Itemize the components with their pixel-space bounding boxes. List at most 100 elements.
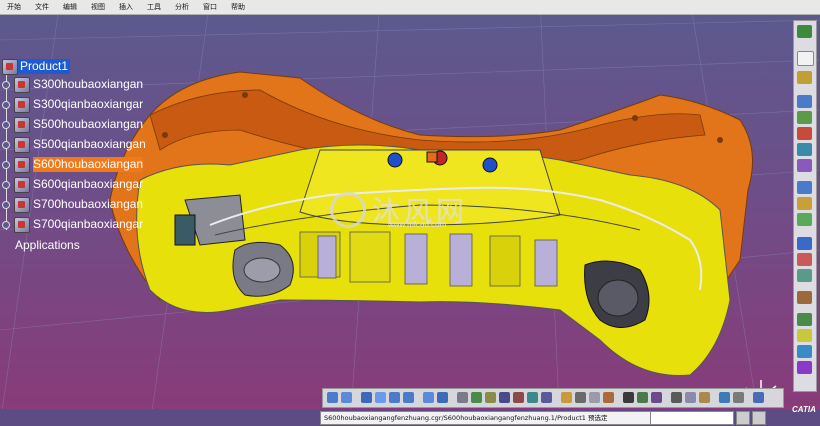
part-icon bbox=[14, 97, 30, 113]
clash-icon[interactable] bbox=[797, 291, 812, 304]
tree-item[interactable]: S700houbaoxiangan bbox=[0, 196, 143, 213]
status-bar: S600houbaoxiangangfenzhuang.cgr/S600houb… bbox=[0, 409, 820, 426]
right-view-icon[interactable] bbox=[513, 392, 524, 403]
front-view-icon[interactable] bbox=[471, 392, 482, 403]
update-icon[interactable] bbox=[719, 392, 730, 403]
tree-root[interactable]: Product1 bbox=[0, 58, 140, 75]
tree-item[interactable]: S500houbaoxiangan bbox=[0, 116, 144, 133]
graph-tree-icon[interactable] bbox=[797, 181, 812, 194]
watermark-url: www.mfcad.com bbox=[388, 220, 447, 229]
tree-item-label: S600qianbaoxiangar bbox=[33, 177, 144, 191]
tree-item-selected[interactable]: S600houbaoxiangan bbox=[0, 156, 144, 173]
apply-material-icon[interactable] bbox=[651, 392, 662, 403]
manipulate-icon[interactable] bbox=[797, 237, 812, 250]
tree-item[interactable]: S700qianbaoxiangar bbox=[0, 216, 143, 233]
normal-view-icon[interactable] bbox=[423, 392, 434, 403]
tree-root-label: Product1 bbox=[18, 59, 71, 74]
tree-item-label: S500houbaoxiangan bbox=[33, 117, 144, 131]
shading-icon[interactable] bbox=[561, 392, 572, 403]
expand-knob-icon[interactable] bbox=[2, 161, 10, 169]
replace-component-icon[interactable] bbox=[797, 159, 812, 172]
expand-knob-icon[interactable] bbox=[2, 201, 10, 209]
part-icon bbox=[14, 137, 30, 153]
command-options-button[interactable] bbox=[736, 411, 750, 425]
swap-space-icon[interactable] bbox=[603, 392, 614, 403]
new-part-icon[interactable] bbox=[797, 127, 812, 140]
top-view-icon[interactable] bbox=[527, 392, 538, 403]
expand-knob-icon[interactable] bbox=[2, 101, 10, 109]
rotate-icon[interactable] bbox=[375, 392, 386, 403]
snap-icon[interactable] bbox=[797, 253, 812, 266]
existing-component-icon[interactable] bbox=[797, 143, 812, 156]
left-view-icon[interactable] bbox=[499, 392, 510, 403]
properties-icon[interactable] bbox=[733, 392, 744, 403]
part-icon bbox=[14, 197, 30, 213]
catia-logo: CATIA bbox=[792, 405, 816, 414]
tree-item[interactable]: S600qianbaoxiangar bbox=[0, 176, 144, 193]
tree-applications[interactable]: Applications bbox=[0, 238, 140, 255]
expand-knob-icon[interactable] bbox=[2, 221, 10, 229]
part-icon bbox=[14, 157, 30, 173]
angle-constraint-icon[interactable] bbox=[797, 361, 812, 374]
menu-tools[interactable]: 工具 bbox=[140, 0, 168, 14]
menu-window[interactable]: 窗口 bbox=[196, 0, 224, 14]
part-icon bbox=[14, 217, 30, 233]
product-icon bbox=[2, 59, 18, 75]
fit-all-icon[interactable] bbox=[341, 392, 352, 403]
copy-icon[interactable] bbox=[685, 392, 696, 403]
menu-analysis[interactable]: 分析 bbox=[168, 0, 196, 14]
new-product-icon[interactable] bbox=[797, 111, 812, 124]
measure-icon[interactable] bbox=[623, 392, 634, 403]
tree-item[interactable]: S300qianbaoxiangar bbox=[0, 96, 144, 113]
back-view-icon[interactable] bbox=[485, 392, 496, 403]
contact-constraint-icon[interactable] bbox=[797, 329, 812, 342]
multi-view-icon[interactable] bbox=[437, 392, 448, 403]
part-icon bbox=[14, 177, 30, 193]
tree-item-label: S500qianbaoxiangan bbox=[33, 137, 146, 151]
expand-knob-icon[interactable] bbox=[2, 121, 10, 129]
menu-help[interactable]: 帮助 bbox=[224, 0, 252, 14]
generate-numbering-icon[interactable] bbox=[797, 197, 812, 210]
tree-item[interactable]: S300houbaoxiangan bbox=[0, 76, 144, 93]
bottom-view-icon[interactable] bbox=[541, 392, 552, 403]
expand-knob-icon[interactable] bbox=[2, 81, 10, 89]
analysis-icon[interactable] bbox=[637, 392, 648, 403]
command-input[interactable] bbox=[650, 411, 734, 425]
menu-start[interactable]: 开始 bbox=[0, 0, 28, 14]
help-icon[interactable] bbox=[753, 392, 764, 403]
pan-icon[interactable] bbox=[361, 392, 372, 403]
menu-edit[interactable]: 编辑 bbox=[56, 0, 84, 14]
right-toolbar bbox=[793, 20, 817, 392]
tree-applications-label: Applications bbox=[15, 238, 80, 252]
paste-icon[interactable] bbox=[699, 392, 710, 403]
tree-item-label: S300houbaoxiangan bbox=[33, 77, 144, 91]
new-component-icon[interactable] bbox=[797, 95, 812, 108]
status-text: S600houbaoxiangangfenzhuang.cgr/S600houb… bbox=[320, 411, 653, 425]
fly-mode-icon[interactable] bbox=[327, 392, 338, 403]
explode-icon[interactable] bbox=[797, 269, 812, 282]
expand-knob-icon[interactable] bbox=[2, 141, 10, 149]
catalog-icon[interactable] bbox=[671, 392, 682, 403]
left-fog-lamp bbox=[232, 241, 294, 297]
menu-view[interactable]: 视图 bbox=[84, 0, 112, 14]
tree-item-label: S600houbaoxiangan bbox=[33, 157, 144, 172]
expand-knob-icon[interactable] bbox=[2, 181, 10, 189]
tree-item-label: S300qianbaoxiangar bbox=[33, 97, 144, 111]
selective-load-icon[interactable] bbox=[797, 213, 812, 226]
sketcher-icon[interactable] bbox=[797, 25, 812, 38]
select-arrow-icon[interactable] bbox=[797, 51, 814, 66]
view-toolbar bbox=[322, 388, 784, 408]
zoom-out-icon[interactable] bbox=[403, 392, 414, 403]
menu-insert[interactable]: 插入 bbox=[112, 0, 140, 14]
hide-show-icon[interactable] bbox=[589, 392, 600, 403]
product-structure-icon[interactable] bbox=[797, 71, 812, 84]
offset-constraint-icon[interactable] bbox=[797, 345, 812, 358]
menu-file[interactable]: 文件 bbox=[28, 0, 56, 14]
wireframe-icon[interactable] bbox=[575, 392, 586, 403]
iso-view-icon[interactable] bbox=[457, 392, 468, 403]
command-execute-button[interactable] bbox=[752, 411, 766, 425]
coincidence-constraint-icon[interactable] bbox=[797, 313, 812, 326]
zoom-in-icon[interactable] bbox=[389, 392, 400, 403]
tree-item[interactable]: S500qianbaoxiangan bbox=[0, 136, 146, 153]
part-icon bbox=[14, 117, 30, 133]
